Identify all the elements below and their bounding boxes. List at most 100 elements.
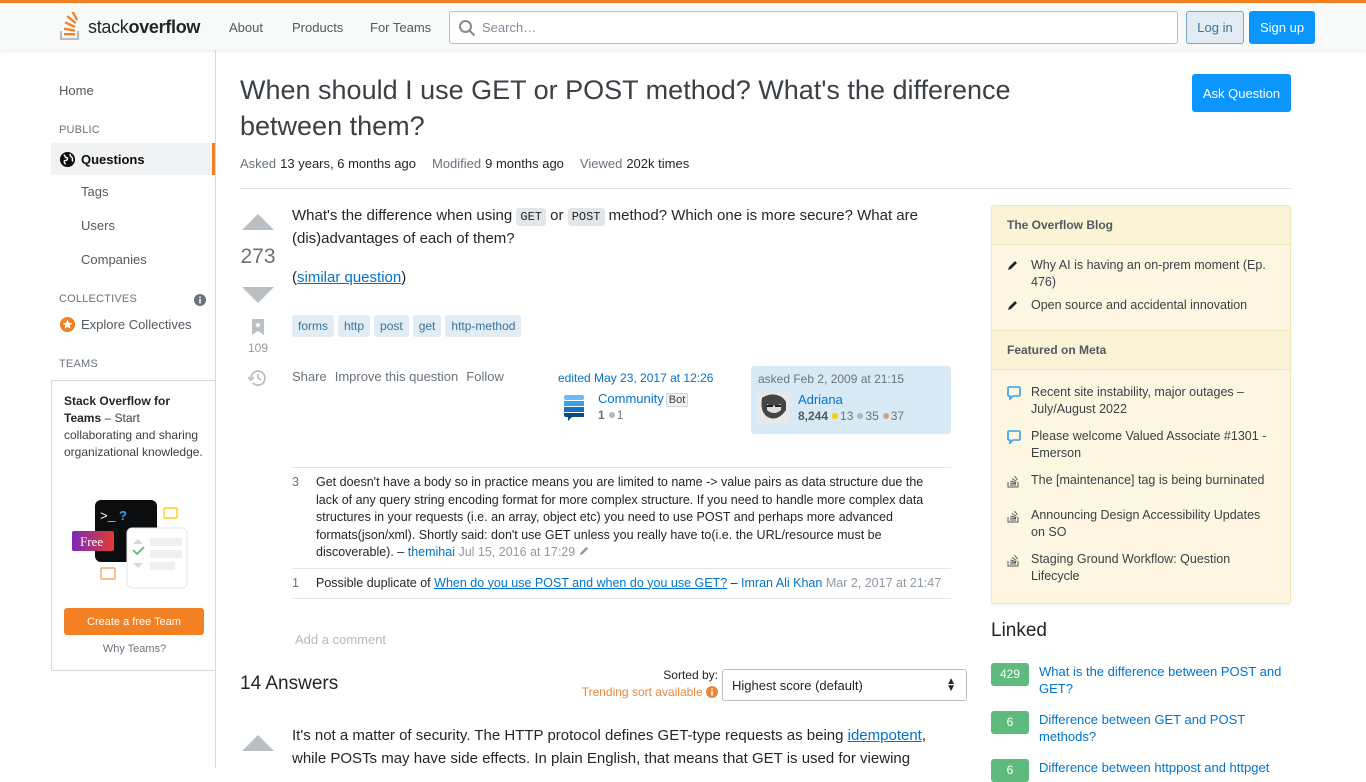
upvote-button[interactable]: [242, 214, 274, 230]
comment-date[interactable]: Mar 2, 2017 at 21:47: [826, 576, 941, 590]
comment-score: 1: [292, 575, 299, 590]
create-free-team-button[interactable]: Create a free Team: [64, 608, 204, 635]
sidebar-item-explore-collectives[interactable]: Explore Collectives: [59, 316, 192, 333]
tag-http[interactable]: http: [338, 315, 371, 337]
question-title[interactable]: When should I use GET or POST method? Wh…: [240, 72, 1120, 144]
top-bar: stackoverflow About Products For Teams S…: [0, 0, 1366, 50]
svg-text:?: ?: [119, 508, 127, 523]
left-sidebar: Home PUBLIC Questions Tags Users Compani…: [0, 50, 216, 768]
downvote-button[interactable]: [242, 287, 274, 303]
overflow-blog-widget: The Overflow Blog Why AI is having an on…: [991, 205, 1291, 604]
bookmark-icon[interactable]: [252, 319, 264, 335]
sidebar-item-companies[interactable]: Companies: [81, 252, 147, 267]
meta-item[interactable]: Announcing Design Accessibility Updates …: [1007, 507, 1275, 541]
meta-item[interactable]: Staging Ground Workflow: Question Lifecy…: [1007, 551, 1275, 585]
why-teams-link[interactable]: Why Teams?: [52, 643, 217, 655]
share-link[interactable]: Share: [292, 369, 327, 384]
blog-heading: The Overflow Blog: [992, 206, 1290, 245]
divider: [240, 188, 1291, 189]
bronze-badge-dot: [882, 413, 889, 419]
comment-score: 3: [292, 475, 299, 489]
linked-question[interactable]: 429 What is the difference between POST …: [991, 663, 1289, 697]
tag-http-method[interactable]: http-method: [445, 315, 522, 337]
answer-upvote-button[interactable]: [242, 735, 274, 751]
question-body: What's the difference when using GET or …: [292, 207, 918, 286]
tag-post[interactable]: post: [374, 315, 409, 337]
follow-link[interactable]: Follow: [466, 369, 504, 384]
nav-for-teams[interactable]: For Teams: [362, 16, 439, 39]
community-avatar[interactable]: [558, 391, 590, 423]
search-input[interactable]: Search…: [449, 11, 1178, 44]
sidebar-heading-public: PUBLIC: [59, 124, 100, 136]
linked-score: 429: [991, 663, 1029, 686]
code-get: GET: [516, 208, 546, 226]
ask-question-button[interactable]: Ask Question: [1192, 74, 1291, 112]
tag-get[interactable]: get: [412, 315, 442, 337]
sidebar-item-users[interactable]: Users: [81, 218, 115, 233]
tag-forms[interactable]: forms: [292, 315, 334, 337]
signup-button[interactable]: Sign up: [1249, 11, 1315, 44]
chat-bubble-icon: [1007, 386, 1021, 401]
blog-item[interactable]: Why AI is having an on-prem moment (Ep. …: [1007, 257, 1275, 291]
comment-date[interactable]: Jul 15, 2016 at 17:29: [458, 545, 575, 559]
idempotent-link[interactable]: idempotent: [848, 727, 922, 744]
linked-title[interactable]: Difference between httppost and httpget: [1039, 759, 1289, 782]
linked-title[interactable]: Difference between GET and POST methods?: [1039, 711, 1289, 745]
history-icon[interactable]: [248, 369, 267, 387]
editor-name[interactable]: Community: [598, 391, 664, 406]
vote-count: 273: [240, 245, 276, 268]
user-avatar[interactable]: [758, 392, 790, 424]
linked-title[interactable]: What is the difference between POST and …: [1039, 663, 1289, 697]
select-arrows-icon: ▲ ▼: [946, 676, 956, 694]
sidebar-heading-collectives: COLLECTIVES: [59, 293, 138, 305]
edited-date[interactable]: edited May 23, 2017 at 12:26: [558, 371, 738, 385]
answers-heading: 14 Answers: [240, 673, 339, 694]
linked-question[interactable]: 6 Difference between GET and POST method…: [991, 711, 1289, 745]
blog-item[interactable]: Open source and accidental innovation: [1007, 297, 1275, 316]
sidebar-item-questions[interactable]: Questions: [51, 143, 215, 175]
meta-item[interactable]: The [maintenance] tag is being burninate…: [1007, 472, 1275, 493]
sidebar-item-tags[interactable]: Tags: [81, 184, 108, 199]
asker-reputation: 8,244: [798, 409, 829, 423]
asked-date: asked Feb 2, 2009 at 21:15: [758, 372, 905, 386]
linked-score: 6: [991, 759, 1029, 782]
post-actions: Share Improve this question Follow: [292, 369, 504, 384]
collectives-icon: [59, 316, 76, 333]
code-post: POST: [567, 208, 605, 226]
asked-signature: asked Feb 2, 2009 at 21:15 Adriana 8,244…: [751, 366, 951, 434]
bot-badge: Bot: [665, 393, 689, 407]
info-icon[interactable]: [706, 686, 718, 698]
sidebar-item-home[interactable]: Home: [59, 83, 94, 98]
linked-question[interactable]: 6 Difference between httppost and httpge…: [991, 759, 1289, 782]
pencil-icon: [1008, 261, 1017, 270]
meta-item[interactable]: Please welcome Valued Associate #1301 - …: [1007, 428, 1275, 462]
trending-sort-notice: Trending sort available: [560, 685, 718, 699]
info-icon[interactable]: [194, 294, 206, 306]
stackoverflow-logo-icon: [60, 12, 79, 40]
viewed-info: Viewed 202k times: [579, 156, 690, 171]
asker-name[interactable]: Adriana: [798, 392, 904, 407]
bookmark-count: 109: [247, 341, 269, 355]
stackoverflow-logo[interactable]: stackoverflow: [58, 11, 200, 43]
gold-badge-dot: [832, 413, 839, 419]
asked-info: Asked 13 years, 6 months ago: [240, 156, 416, 171]
sort-select[interactable]: Highest score (default) ▲ ▼: [722, 669, 967, 701]
nav-products[interactable]: Products: [284, 16, 351, 39]
add-comment-link[interactable]: Add a comment: [295, 632, 386, 647]
comment-user[interactable]: themihai: [408, 545, 455, 559]
login-button[interactable]: Log in: [1186, 11, 1244, 44]
similar-question-link[interactable]: similar question: [297, 269, 401, 286]
answer-body: It's not a matter of security. The HTTP …: [292, 727, 927, 767]
meta-heading: Featured on Meta: [992, 330, 1290, 370]
meta-item[interactable]: Recent site instability, major outages –…: [1007, 384, 1275, 418]
improve-question-link[interactable]: Improve this question: [335, 369, 459, 384]
comment-user[interactable]: Imran Ali Khan: [741, 576, 822, 590]
linked-score: 6: [991, 711, 1029, 734]
modified-info: Modified 9 months ago: [432, 156, 564, 171]
nav-about[interactable]: About: [221, 16, 271, 39]
stackoverflow-icon: [1007, 510, 1019, 523]
chat-bubble-icon: [1007, 430, 1021, 445]
tag-list: forms http post get http-method: [292, 315, 522, 337]
duplicate-link[interactable]: When do you use POST and when do you use…: [434, 576, 727, 590]
logo-text: stackoverflow: [88, 16, 201, 37]
